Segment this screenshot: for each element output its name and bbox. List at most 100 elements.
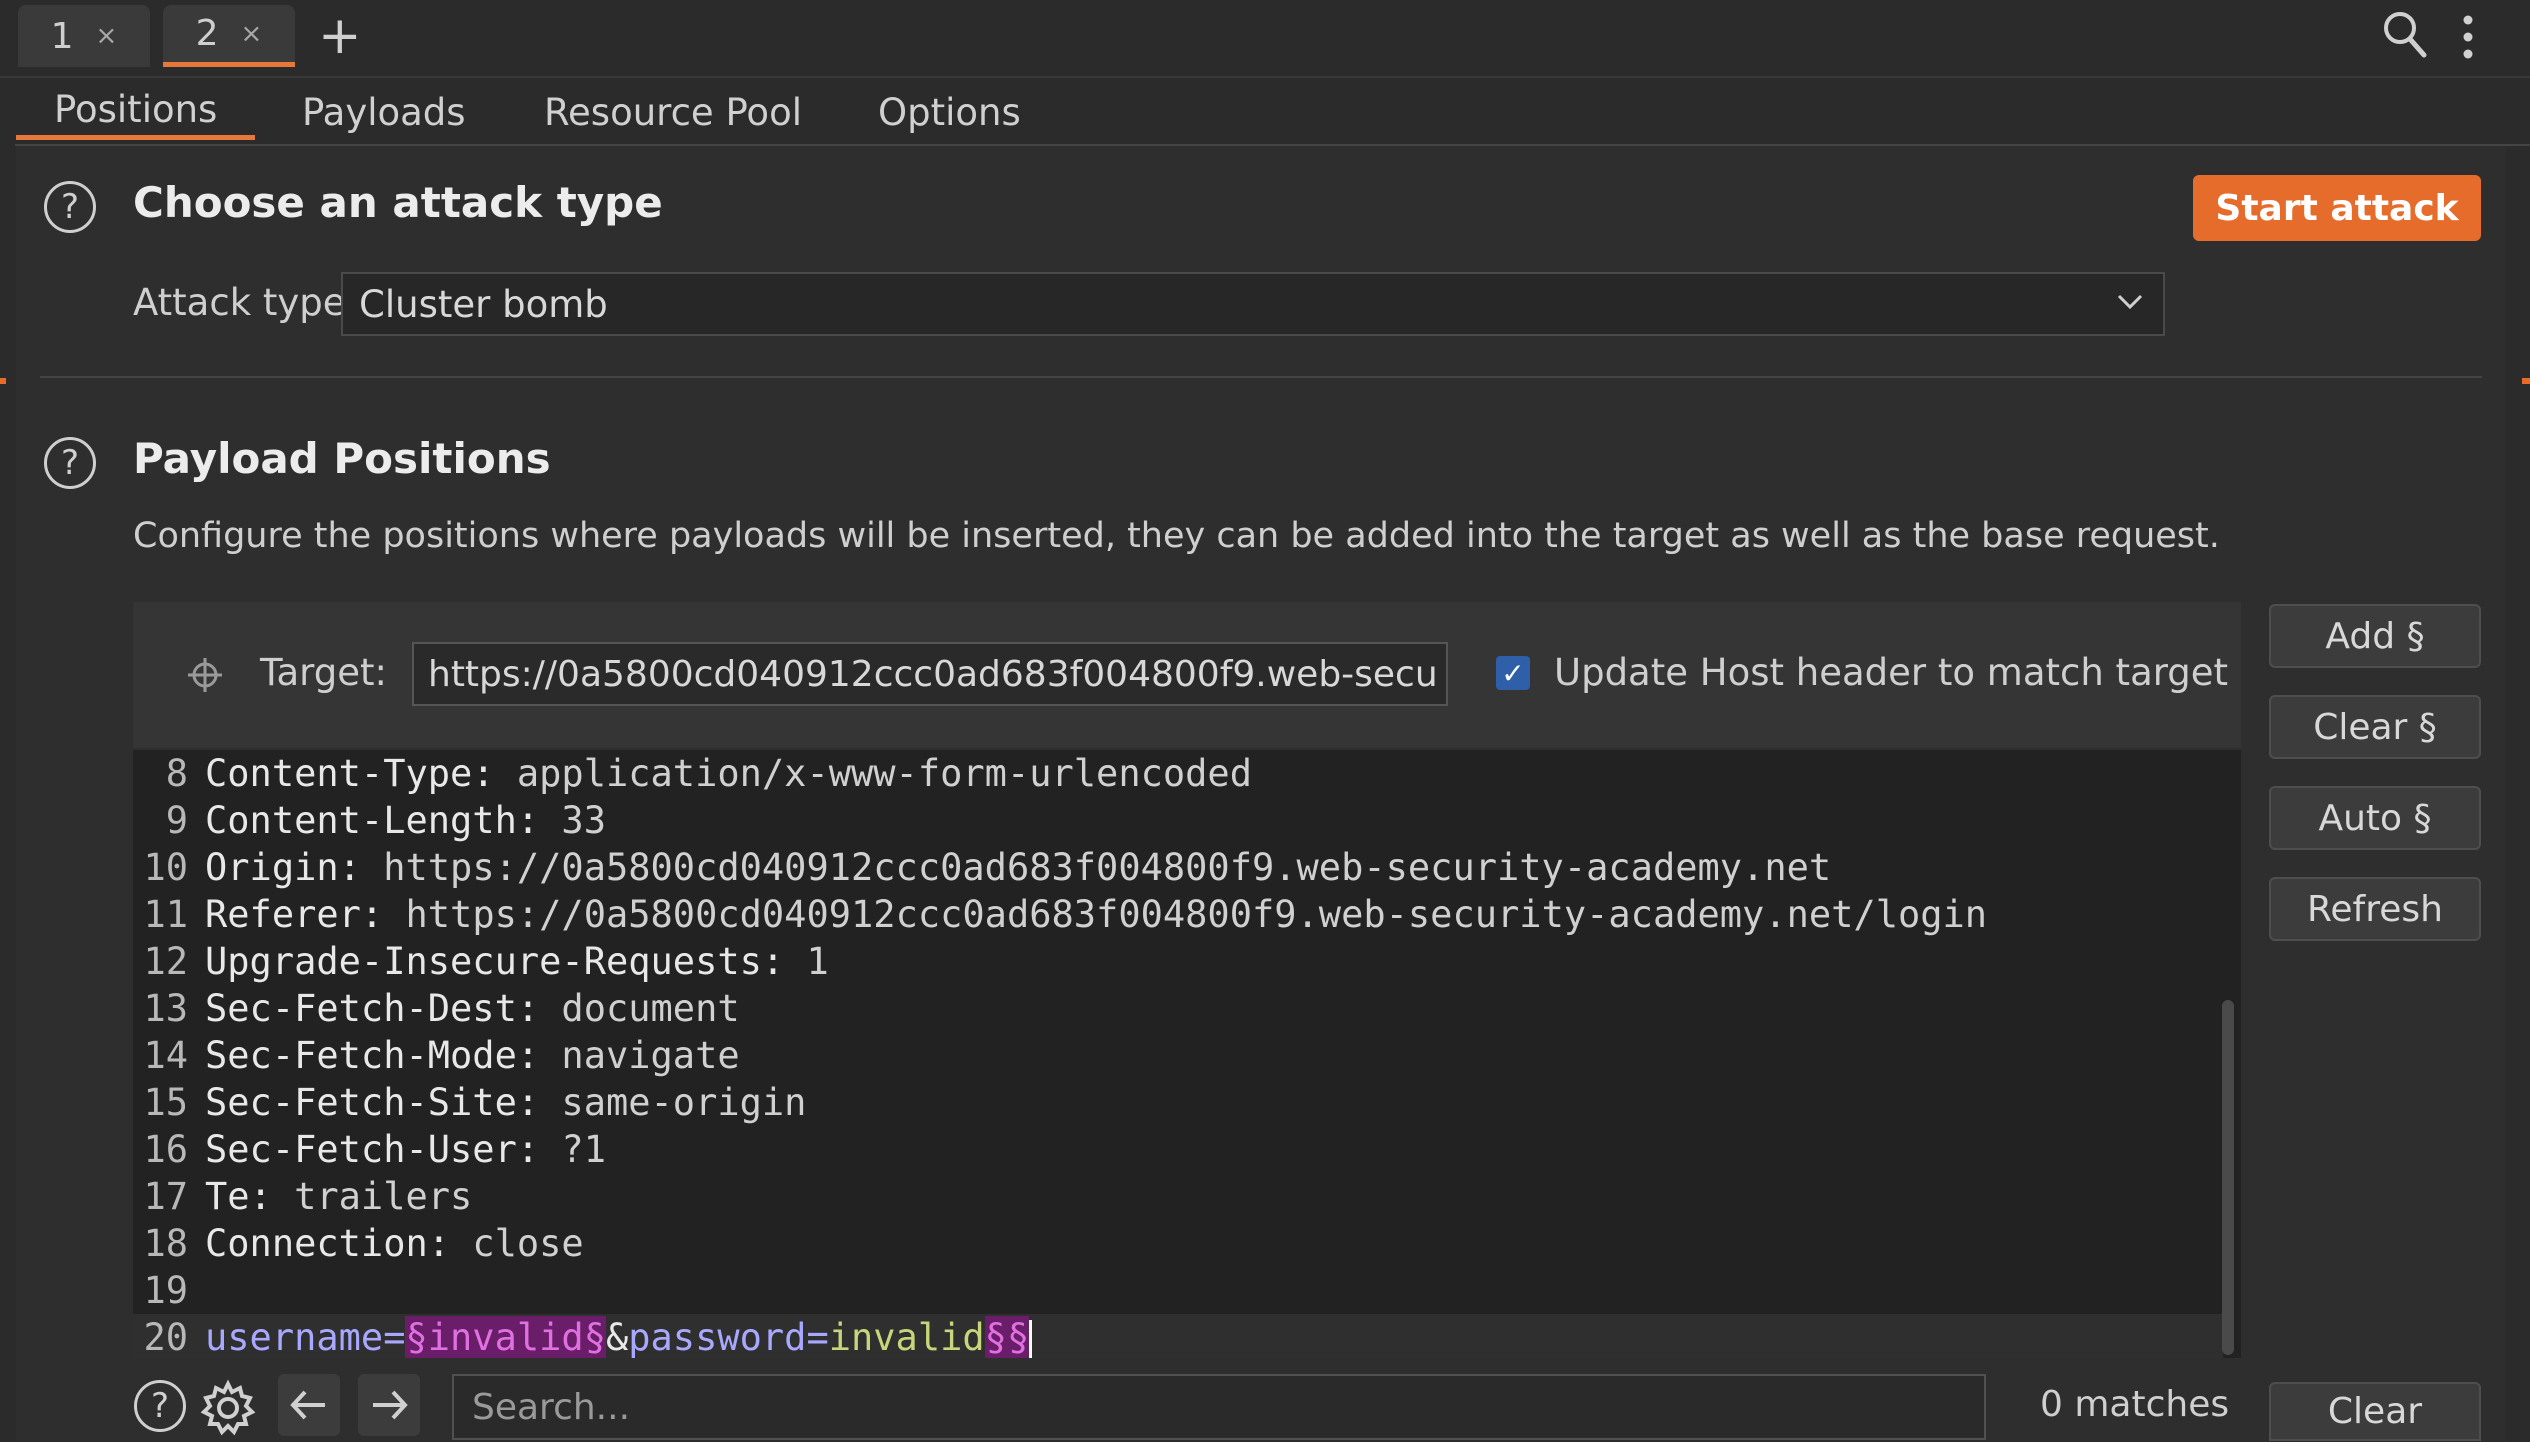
tab-options[interactable]: Options — [840, 84, 1059, 140]
refresh-button[interactable]: Refresh — [2269, 877, 2481, 941]
header-name: Content-Type: — [205, 752, 495, 795]
edge-marker — [2522, 378, 2530, 384]
add-marker-button[interactable]: Add § — [2269, 604, 2481, 668]
close-icon[interactable]: × — [241, 19, 263, 49]
editor-line: 8 Content-Type: application/x-www-form-ur… — [133, 750, 2223, 797]
start-attack-button[interactable]: Start attack — [2193, 175, 2481, 241]
header-value: ?1 — [539, 1128, 606, 1171]
update-host-label: Update Host header to match target — [1554, 651, 2229, 694]
header-value: application/x-www-form-urlencoded — [494, 752, 1252, 795]
header-name: Sec-Fetch-Dest: — [205, 987, 540, 1030]
help-icon[interactable]: ? — [44, 181, 96, 233]
help-icon[interactable]: ? — [134, 1380, 186, 1432]
payload-positions-title: Payload Positions — [133, 434, 551, 483]
line-number: 8 — [165, 752, 188, 795]
auto-markers-button[interactable]: Auto § — [2269, 786, 2481, 850]
payload-marker: §invalid§ — [405, 1316, 606, 1358]
section-divider — [40, 376, 2482, 378]
search-placeholder: Search... — [472, 1386, 631, 1428]
header-value: trailers — [271, 1175, 473, 1218]
request-editor[interactable]: 8 Content-Type: application/x-www-form-ur… — [133, 750, 2241, 1358]
editor-line: 17 Te: trailers — [133, 1173, 2223, 1220]
target-label: Target: — [260, 651, 387, 694]
editor-line: 13 Sec-Fetch-Dest: document — [133, 985, 2223, 1032]
header-value: navigate — [539, 1034, 740, 1077]
request-tab-2-label: 2 — [195, 13, 219, 54]
editor-line: 9 Content-Length: 33 — [133, 797, 2223, 844]
match-count: 0 matches — [2040, 1384, 2230, 1425]
more-options-icon[interactable] — [2462, 14, 2474, 64]
add-tab-button[interactable]: + — [318, 6, 362, 66]
clear-search-button[interactable]: Clear — [2269, 1382, 2481, 1441]
line-number: 18 — [143, 1222, 188, 1265]
editor-line: 12 Upgrade-Insecure-Requests: 1 — [133, 938, 2223, 985]
editor-line: 14 Sec-Fetch-Mode: navigate — [133, 1032, 2223, 1079]
header-value: same-origin — [539, 1081, 807, 1124]
header-value: close — [450, 1222, 584, 1265]
header-name: Referer: — [205, 893, 384, 936]
help-icon[interactable]: ? — [44, 437, 96, 489]
editor-line: 15 Sec-Fetch-Site: same-origin — [133, 1079, 2223, 1126]
param-name: password= — [628, 1316, 829, 1358]
header-name: Upgrade-Insecure-Requests: — [205, 940, 785, 983]
editor-line-current: 20 username=§invalid§&password=invalid§§ — [133, 1314, 2223, 1358]
header-name: Connection: — [205, 1222, 451, 1265]
request-tab-2[interactable]: 2 × — [163, 5, 295, 67]
header-name: Origin: — [205, 846, 361, 889]
header-value: 1 — [784, 940, 829, 983]
line-number: 10 — [143, 846, 188, 889]
gear-icon[interactable] — [198, 1378, 258, 1442]
editor-line: 11 Referer: https://0a5800cd040912ccc0ad6… — [133, 891, 2223, 938]
search-icon[interactable] — [2382, 10, 2428, 64]
attack-type-label: Attack type: — [133, 281, 358, 324]
header-name: Sec-Fetch-Mode: — [205, 1034, 540, 1077]
header-value: https://0a5800cd040912ccc0ad683f004800f9… — [360, 846, 1832, 889]
text-caret — [1029, 1319, 1033, 1358]
payload-marker: §§ — [984, 1316, 1030, 1358]
next-match-button[interactable] — [358, 1374, 420, 1436]
header-name: Sec-Fetch-Site: — [205, 1081, 540, 1124]
request-tab-1[interactable]: 1 × — [18, 5, 150, 67]
request-tab-1-label: 1 — [50, 15, 74, 57]
editor-line: 19 — [133, 1267, 2223, 1314]
tab-payloads[interactable]: Payloads — [264, 84, 504, 140]
update-host-checkbox[interactable]: ✓ — [1496, 656, 1530, 690]
header-value: 33 — [539, 799, 606, 842]
param-separator: & — [605, 1316, 629, 1358]
header-name: Te: — [205, 1175, 272, 1218]
header-name: Sec-Fetch-User: — [205, 1128, 540, 1171]
line-number: 15 — [143, 1081, 188, 1124]
tab-resource-pool[interactable]: Resource Pool — [506, 84, 840, 140]
header-value: https://0a5800cd040912ccc0ad683f004800f9… — [383, 893, 1988, 936]
line-number: 13 — [143, 987, 188, 1030]
close-icon[interactable]: × — [96, 21, 118, 51]
attack-type-title: Choose an attack type — [133, 178, 663, 227]
editor-scrollbar[interactable] — [2222, 1000, 2234, 1355]
editor-line: 18 Connection: close — [133, 1220, 2223, 1267]
editor-line: 10 Origin: https://0a5800cd040912ccc0ad68… — [133, 844, 2223, 891]
line-number: 20 — [143, 1316, 188, 1358]
param-name: username= — [205, 1316, 406, 1358]
crosshair-icon — [186, 656, 224, 698]
line-number: 16 — [143, 1128, 188, 1171]
previous-match-button[interactable] — [278, 1374, 340, 1436]
payload-positions-description: Configure the positions where payloads w… — [133, 516, 2220, 556]
attack-type-select[interactable]: Cluster bomb — [341, 272, 2165, 336]
line-number: 19 — [143, 1269, 188, 1312]
clear-markers-button[interactable]: Clear § — [2269, 695, 2481, 759]
header-name: Content-Length: — [205, 799, 540, 842]
search-input[interactable]: Search... — [452, 1374, 1986, 1440]
line-number: 11 — [143, 893, 188, 936]
request-tab-strip — [0, 0, 2530, 78]
param-value: invalid — [828, 1316, 985, 1358]
header-value: document — [539, 987, 740, 1030]
line-number: 14 — [143, 1034, 188, 1077]
target-input[interactable]: https://0a5800cd040912ccc0ad683f004800f9… — [412, 642, 1448, 706]
attack-type-value: Cluster bomb — [359, 282, 608, 326]
edge-marker — [0, 378, 6, 384]
chevron-down-icon — [2115, 282, 2145, 331]
line-number: 17 — [143, 1175, 188, 1218]
target-value: https://0a5800cd040912ccc0ad683f004800f9… — [428, 653, 1438, 695]
line-number: 9 — [165, 799, 188, 842]
tab-positions[interactable]: Positions — [16, 84, 256, 140]
